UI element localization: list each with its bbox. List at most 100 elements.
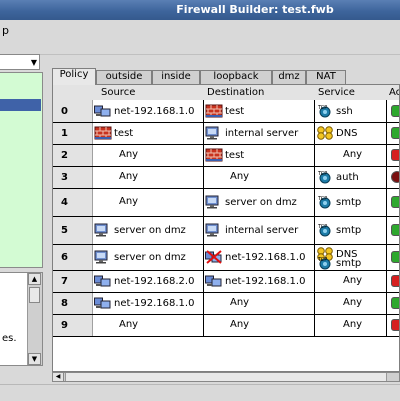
column-header-source[interactable]: Source bbox=[101, 87, 135, 98]
rule-number[interactable]: 1 bbox=[53, 123, 93, 144]
service-cell[interactable]: TCP smtp bbox=[315, 189, 387, 216]
any-value[interactable]: Any bbox=[343, 275, 362, 286]
action-cell[interactable] bbox=[387, 123, 399, 144]
table-row[interactable]: 0 net-192.168.1.0 test TCP ssh bbox=[53, 100, 399, 123]
any-value[interactable]: Any bbox=[343, 319, 362, 330]
any-value[interactable]: Any bbox=[230, 171, 249, 182]
rule-object[interactable]: DNS bbox=[316, 126, 358, 140]
service-cell[interactable]: TCP auth bbox=[315, 167, 387, 188]
tab-nat[interactable]: NAT bbox=[306, 70, 346, 84]
rule-object[interactable]: test bbox=[205, 104, 244, 118]
source-cell[interactable]: server on dmz bbox=[93, 245, 204, 270]
rule-object[interactable]: server on dmz bbox=[205, 195, 297, 209]
any-value[interactable]: Any bbox=[119, 149, 138, 160]
table-row[interactable]: 4 Any server on dmz TCP smtp bbox=[53, 189, 399, 217]
destination-cell[interactable]: test bbox=[204, 100, 315, 122]
source-cell[interactable]: server on dmz bbox=[93, 217, 204, 244]
source-cell[interactable]: Any bbox=[93, 315, 204, 336]
table-row[interactable]: 3 Any Any TCP auth bbox=[53, 167, 399, 189]
destination-cell[interactable]: Any bbox=[204, 293, 315, 314]
service-cell[interactable]: Any bbox=[315, 145, 387, 166]
action-cell[interactable] bbox=[387, 245, 399, 270]
action-cell[interactable] bbox=[387, 271, 399, 292]
horizontal-scrollbar[interactable]: ◀ bbox=[52, 372, 400, 382]
deny-action-icon[interactable] bbox=[391, 319, 399, 331]
column-header-action[interactable]: Ac bbox=[389, 87, 399, 98]
service-cell[interactable]: TCP smtp bbox=[315, 217, 387, 244]
accept-action-icon[interactable] bbox=[391, 105, 399, 117]
rule-object[interactable]: test bbox=[94, 126, 133, 140]
service-cell[interactable]: Any bbox=[315, 271, 387, 292]
source-cell[interactable]: net-192.168.1.0 bbox=[93, 293, 204, 314]
rule-object[interactable]: TCP smtp bbox=[316, 256, 361, 270]
action-cell[interactable] bbox=[387, 145, 399, 166]
rule-object[interactable]: net-192.168.1.0 bbox=[94, 296, 194, 310]
rule-object[interactable]: TCP auth bbox=[316, 170, 359, 184]
action-cell[interactable] bbox=[387, 100, 399, 122]
any-value[interactable]: Any bbox=[119, 196, 138, 207]
destination-cell[interactable]: internal server bbox=[204, 217, 315, 244]
action-cell[interactable] bbox=[387, 315, 399, 336]
library-selector[interactable]: ▼ bbox=[0, 54, 40, 70]
action-cell[interactable] bbox=[387, 167, 399, 188]
table-row[interactable]: 9 Any Any Any bbox=[53, 315, 399, 337]
destination-cell[interactable]: test bbox=[204, 145, 315, 166]
any-value[interactable]: Any bbox=[343, 297, 362, 308]
any-value[interactable]: Any bbox=[343, 149, 362, 160]
rule-object[interactable]: net-192.168.2.0 bbox=[94, 274, 194, 288]
service-cell[interactable]: Any bbox=[315, 293, 387, 314]
scroll-down-button[interactable]: ▼ bbox=[28, 353, 41, 365]
tab-dmz[interactable]: dmz bbox=[272, 70, 306, 84]
any-value[interactable]: Any bbox=[119, 319, 138, 330]
source-cell[interactable]: Any bbox=[93, 189, 204, 216]
rule-number[interactable]: 4 bbox=[53, 189, 93, 216]
accept-action-icon[interactable] bbox=[391, 127, 399, 139]
any-value[interactable]: Any bbox=[230, 297, 249, 308]
rule-object[interactable]: net-192.168.1.0 bbox=[94, 104, 194, 118]
accept-action-icon[interactable] bbox=[391, 251, 399, 263]
rule-object[interactable]: TCP smtp bbox=[316, 223, 361, 237]
destination-cell[interactable]: Any bbox=[204, 315, 315, 336]
deny-action-icon[interactable] bbox=[391, 275, 399, 287]
source-cell[interactable]: test bbox=[93, 123, 204, 144]
object-tree[interactable] bbox=[0, 72, 43, 268]
destination-cell[interactable]: internal server bbox=[204, 123, 315, 144]
tab-loopback[interactable]: loopback bbox=[200, 70, 272, 84]
source-cell[interactable]: net-192.168.2.0 bbox=[93, 271, 204, 292]
service-cell[interactable]: DNS TCP smtp bbox=[315, 245, 387, 270]
rule-number[interactable]: 3 bbox=[53, 167, 93, 188]
rule-number[interactable]: 8 bbox=[53, 293, 93, 314]
destination-cell[interactable]: server on dmz bbox=[204, 189, 315, 216]
rule-object[interactable]: server on dmz bbox=[94, 250, 186, 264]
rule-number[interactable]: 0 bbox=[53, 100, 93, 122]
scroll-left-button[interactable]: ◀ bbox=[53, 373, 64, 381]
info-scrollbar[interactable]: ▲ ▼ bbox=[27, 273, 42, 365]
rule-number[interactable]: 5 bbox=[53, 217, 93, 244]
table-row[interactable]: 8 net-192.168.1.0 Any Any bbox=[53, 293, 399, 315]
tree-selected-item[interactable] bbox=[0, 99, 41, 111]
destination-cell[interactable]: net-192.168.1.0 bbox=[204, 271, 315, 292]
column-header-destination[interactable]: Destination bbox=[207, 87, 264, 98]
service-cell[interactable]: Any bbox=[315, 315, 387, 336]
table-row[interactable]: 7 net-192.168.2.0 net-192.168.1.0 Any bbox=[53, 271, 399, 293]
rule-number[interactable]: 6 bbox=[53, 245, 93, 270]
rule-object[interactable]: TCP smtp bbox=[316, 195, 361, 209]
table-row[interactable]: 1 test internal server DNS bbox=[53, 123, 399, 145]
column-header-service[interactable]: Service bbox=[318, 87, 355, 98]
table-row[interactable]: 2 Any test Any bbox=[53, 145, 399, 167]
any-value[interactable]: Any bbox=[119, 171, 138, 182]
scroll-thumb[interactable] bbox=[29, 287, 40, 303]
destination-cell[interactable]: Any bbox=[204, 167, 315, 188]
table-row[interactable]: 6 server on dmz net-192.168.1.0 DNS TCP smtp bbox=[53, 245, 399, 271]
any-value[interactable]: Any bbox=[230, 319, 249, 330]
rule-object[interactable]: net-192.168.1.0 bbox=[205, 250, 305, 264]
rule-object[interactable]: test bbox=[205, 148, 244, 162]
tab-inside[interactable]: inside bbox=[152, 70, 200, 84]
action-cell[interactable] bbox=[387, 217, 399, 244]
rule-object[interactable]: TCP ssh bbox=[316, 104, 353, 118]
deny-action-icon[interactable] bbox=[391, 149, 399, 161]
source-cell[interactable]: net-192.168.1.0 bbox=[93, 100, 204, 122]
rule-number[interactable]: 9 bbox=[53, 315, 93, 336]
accept-action-icon[interactable] bbox=[391, 196, 399, 208]
rule-object[interactable]: server on dmz bbox=[94, 223, 186, 237]
